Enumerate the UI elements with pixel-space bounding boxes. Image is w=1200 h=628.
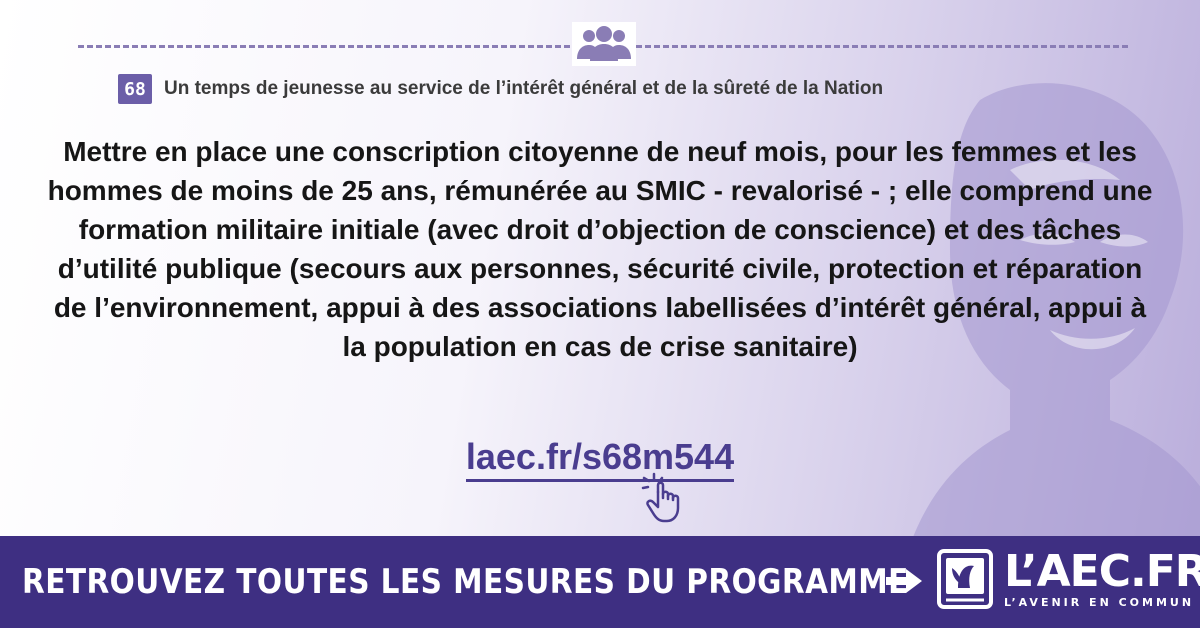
brand-name: L’AEC.FR: [1004, 545, 1200, 597]
people-group-icon: [572, 22, 636, 66]
measure-link[interactable]: laec.fr/s68m544: [465, 436, 735, 482]
measure-title: Un temps de jeunesse au service de l’int…: [164, 78, 884, 99]
brand-text: L’AEC.FR L’AVENIR EN COMMUN: [1004, 545, 1200, 609]
brand-tagline: L’AVENIR EN COMMUN: [1004, 595, 1195, 609]
measure-card: 68 Un temps de jeunesse au service de l’…: [0, 0, 1200, 628]
hand-pointer-icon: [641, 472, 680, 523]
banner-cta-text[interactable]: RETROUVEZ TOUTES LES MESURES DU PROGRAMM…: [22, 562, 909, 602]
brand-block[interactable]: L’AEC.FR L’AVENIR EN COMMUN: [936, 548, 1200, 610]
arrow-right-icon: [886, 569, 922, 593]
measure-description: Mettre en place une conscription citoyen…: [47, 136, 1153, 362]
measure-number-badge: 68: [118, 74, 152, 104]
measure-link-container: laec.fr/s68m544: [400, 436, 800, 482]
measure-header: 68 Un temps de jeunesse au service de l’…: [118, 74, 883, 104]
brand-book-logo: [937, 549, 993, 609]
